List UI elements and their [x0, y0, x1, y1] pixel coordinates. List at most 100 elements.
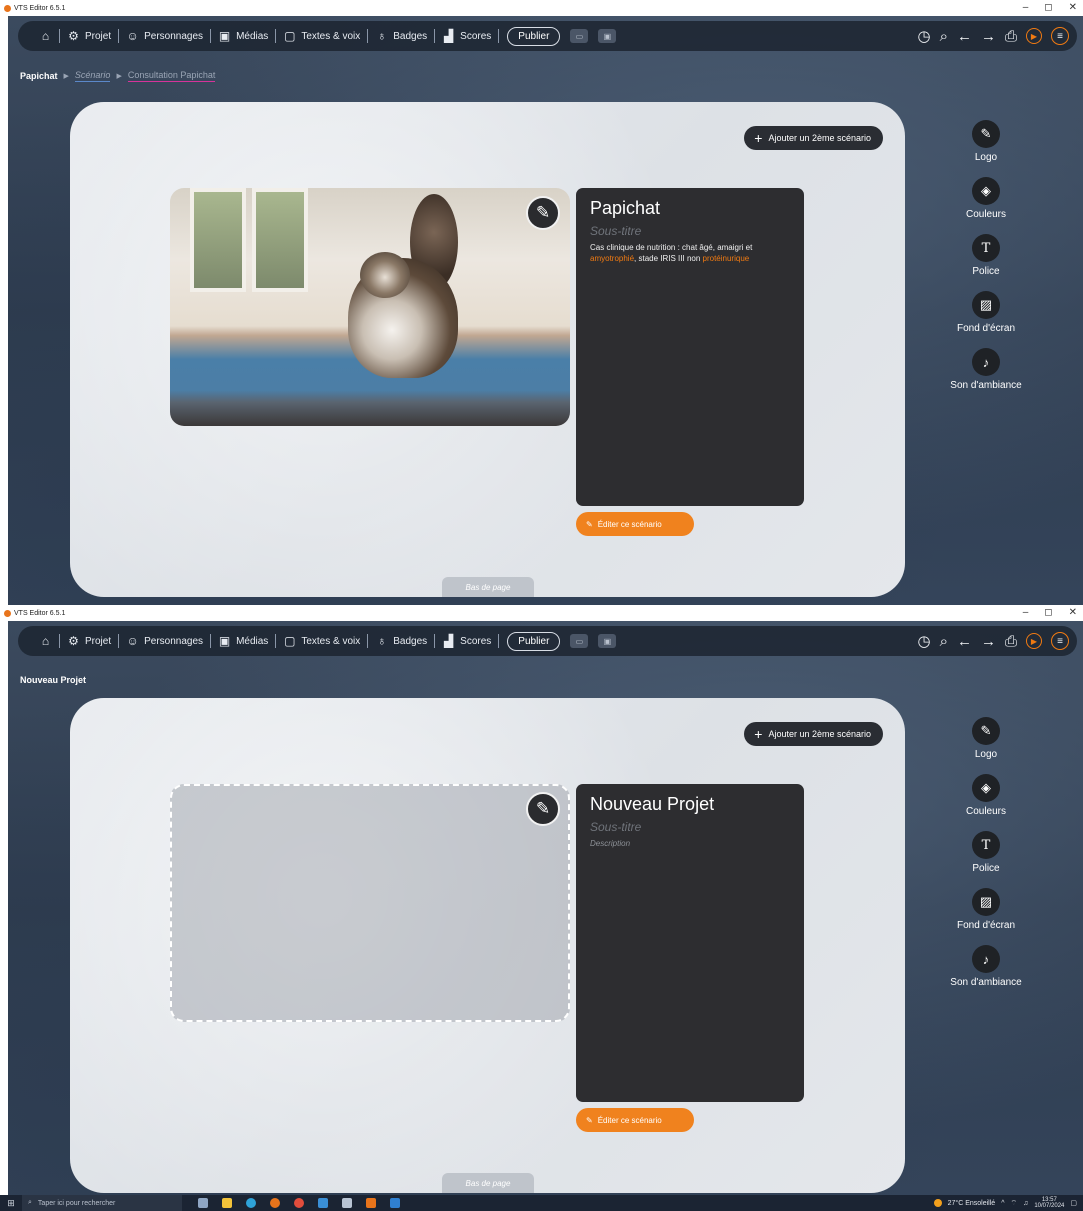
toolbar-label: Scores: [460, 635, 492, 647]
timer-icon[interactable]: ◷: [917, 632, 930, 650]
scenario-subtitle[interactable]: Sous-titre: [590, 820, 790, 834]
maximize-icon[interactable]: ◻: [1044, 607, 1052, 618]
windows-start-icon[interactable]: ⊞: [0, 1198, 22, 1209]
toolbar-textes-voix[interactable]: ▢ Textes & voix: [276, 21, 367, 51]
close-icon[interactable]: ✕: [1069, 2, 1077, 13]
tool-logo[interactable]: ✎ Logo: [972, 717, 1000, 760]
screenshot-icon[interactable]: ⎙: [1005, 28, 1017, 45]
toolbar-badges[interactable]: ♁ Badges: [368, 21, 434, 51]
play-icon[interactable]: ▶: [1026, 633, 1042, 649]
app-icon[interactable]: [390, 1198, 400, 1208]
screenshot-icon[interactable]: ⎙: [1005, 633, 1017, 650]
scenario-title[interactable]: Nouveau Projet: [590, 794, 790, 815]
edit-scenario-button[interactable]: ✎ Éditer ce scénario: [576, 512, 694, 536]
taskbar-apps: [198, 1198, 400, 1208]
tool-fond-ecran[interactable]: ▨ Fond d'écran: [957, 291, 1015, 334]
footer-tab[interactable]: Bas de page: [442, 1173, 534, 1193]
arrow-right-icon[interactable]: →: [981, 28, 996, 45]
taskbar-search[interactable]: ⌕ Taper ici pour rechercher: [22, 1195, 182, 1211]
toolbar-label: Personnages: [144, 635, 204, 647]
edge-icon[interactable]: [246, 1198, 256, 1208]
scenario-image-placeholder[interactable]: ✎: [170, 784, 570, 1022]
preview-icon[interactable]: ▣: [598, 29, 617, 43]
export-icon[interactable]: ▭: [570, 29, 589, 43]
chrome-icon[interactable]: [294, 1198, 304, 1208]
scenario-title[interactable]: Papichat: [590, 198, 790, 219]
tool-logo[interactable]: ✎ Logo: [972, 120, 1000, 163]
tray-chevron-icon[interactable]: ^: [1001, 1200, 1004, 1207]
minimize-icon[interactable]: –: [1023, 2, 1029, 13]
footer-tab[interactable]: Bas de page: [442, 577, 534, 597]
image-icon: ▨: [972, 888, 1000, 916]
publish-button[interactable]: Publier: [507, 631, 561, 651]
scenario-image[interactable]: ✎: [170, 188, 570, 426]
search-icon[interactable]: ⌕: [940, 633, 948, 650]
tool-fond-ecran[interactable]: ▨ Fond d'écran: [957, 888, 1015, 931]
tool-police[interactable]: T Police: [972, 831, 1000, 874]
breadcrumb-project[interactable]: Nouveau Projet: [20, 675, 86, 685]
network-icon[interactable]: ⌔: [1011, 1199, 1018, 1208]
tool-couleurs[interactable]: ◈ Couleurs: [966, 774, 1006, 817]
play-icon[interactable]: ▶: [1026, 28, 1042, 44]
notification-icon[interactable]: ▢: [1070, 1199, 1077, 1207]
toolbar-projet[interactable]: ⚙ Projet: [60, 626, 118, 656]
breadcrumb-scenario[interactable]: Scénario: [74, 70, 111, 82]
toolbar-textes-voix[interactable]: ▢ Textes & voix: [276, 626, 367, 656]
toolbar-medias[interactable]: ▣ Médias: [211, 21, 275, 51]
arrow-left-icon[interactable]: ←: [957, 633, 972, 650]
preview-icon[interactable]: ▣: [598, 634, 617, 648]
breadcrumb-current[interactable]: Consultation Papichat: [127, 70, 216, 82]
breadcrumb-project[interactable]: Papichat: [20, 71, 58, 81]
plus-icon: +: [754, 130, 763, 146]
volume-icon[interactable]: ♫: [1023, 1200, 1028, 1207]
scenario-description[interactable]: Description: [590, 838, 790, 849]
export-icon[interactable]: ▭: [570, 634, 589, 648]
file-explorer-icon[interactable]: [222, 1198, 232, 1208]
scenario-subtitle[interactable]: Sous-titre: [590, 224, 790, 238]
toolbar-label: Projet: [85, 30, 112, 42]
home-button[interactable]: ⌂: [32, 21, 59, 51]
search-icon[interactable]: ⌕: [940, 28, 948, 45]
edit-scenario-button[interactable]: ✎ Éditer ce scénario: [576, 1108, 694, 1132]
firefox-icon[interactable]: [270, 1198, 280, 1208]
window-titlebar: VTS Editor 6.5.1 – ◻ ✕: [0, 605, 1083, 621]
arrow-left-icon[interactable]: ←: [957, 28, 972, 45]
tool-label: Son d'ambiance: [950, 977, 1022, 988]
tool-label: Fond d'écran: [956, 920, 1016, 931]
edit-image-icon[interactable]: ✎: [526, 196, 560, 230]
tool-police[interactable]: T Police: [972, 234, 1000, 277]
arrow-right-icon[interactable]: →: [981, 633, 996, 650]
menu-icon[interactable]: ≡: [1051, 632, 1069, 650]
vts-editor-icon[interactable]: [366, 1198, 376, 1208]
toolbar-projet[interactable]: ⚙ Projet: [60, 21, 118, 51]
tool-son-ambiance[interactable]: ♪ Son d'ambiance: [950, 348, 1022, 391]
tool-son-ambiance[interactable]: ♪ Son d'ambiance: [950, 945, 1022, 988]
app-icon[interactable]: [318, 1198, 328, 1208]
toolbar-badges[interactable]: ♁ Badges: [368, 626, 434, 656]
desc-highlight: protéinurique: [702, 254, 750, 263]
toolbar-scores[interactable]: ▟ Scores: [435, 626, 498, 656]
toolbar-medias[interactable]: ▣ Médias: [211, 626, 275, 656]
app-icon[interactable]: [342, 1198, 352, 1208]
toolbar-personnages[interactable]: ☺ Personnages: [119, 626, 210, 656]
home-button[interactable]: ⌂: [32, 626, 59, 656]
toolbar-right-tools: ◷ ⌕ ← → ⎙ ▶ ≡: [917, 21, 1069, 51]
weather-text[interactable]: 27°C Ensoleillé: [948, 1200, 996, 1207]
scenario-description[interactable]: Cas clinique de nutrition : chat âgé, am…: [590, 242, 790, 264]
tool-couleurs[interactable]: ◈ Couleurs: [966, 177, 1006, 220]
close-icon[interactable]: ✕: [1069, 607, 1077, 618]
minimize-icon[interactable]: –: [1023, 607, 1029, 618]
toolbar-personnages[interactable]: ☺ Personnages: [119, 21, 210, 51]
timer-icon[interactable]: ◷: [917, 27, 930, 45]
toolbar-label: Textes & voix: [301, 30, 361, 42]
add-scenario-button[interactable]: + Ajouter un 2ème scénario: [744, 722, 883, 746]
publish-button[interactable]: Publier: [507, 26, 561, 46]
add-scenario-button[interactable]: + Ajouter un 2ème scénario: [744, 126, 883, 150]
toolbar-scores[interactable]: ▟ Scores: [435, 21, 498, 51]
taskbar-clock[interactable]: 13:57 10/07/2024: [1034, 1197, 1064, 1209]
edit-image-icon[interactable]: ✎: [526, 792, 560, 826]
menu-icon[interactable]: ≡: [1051, 27, 1069, 45]
task-view-icon[interactable]: [198, 1198, 208, 1208]
gear-icon: ⚙: [68, 633, 79, 648]
maximize-icon[interactable]: ◻: [1044, 2, 1052, 13]
